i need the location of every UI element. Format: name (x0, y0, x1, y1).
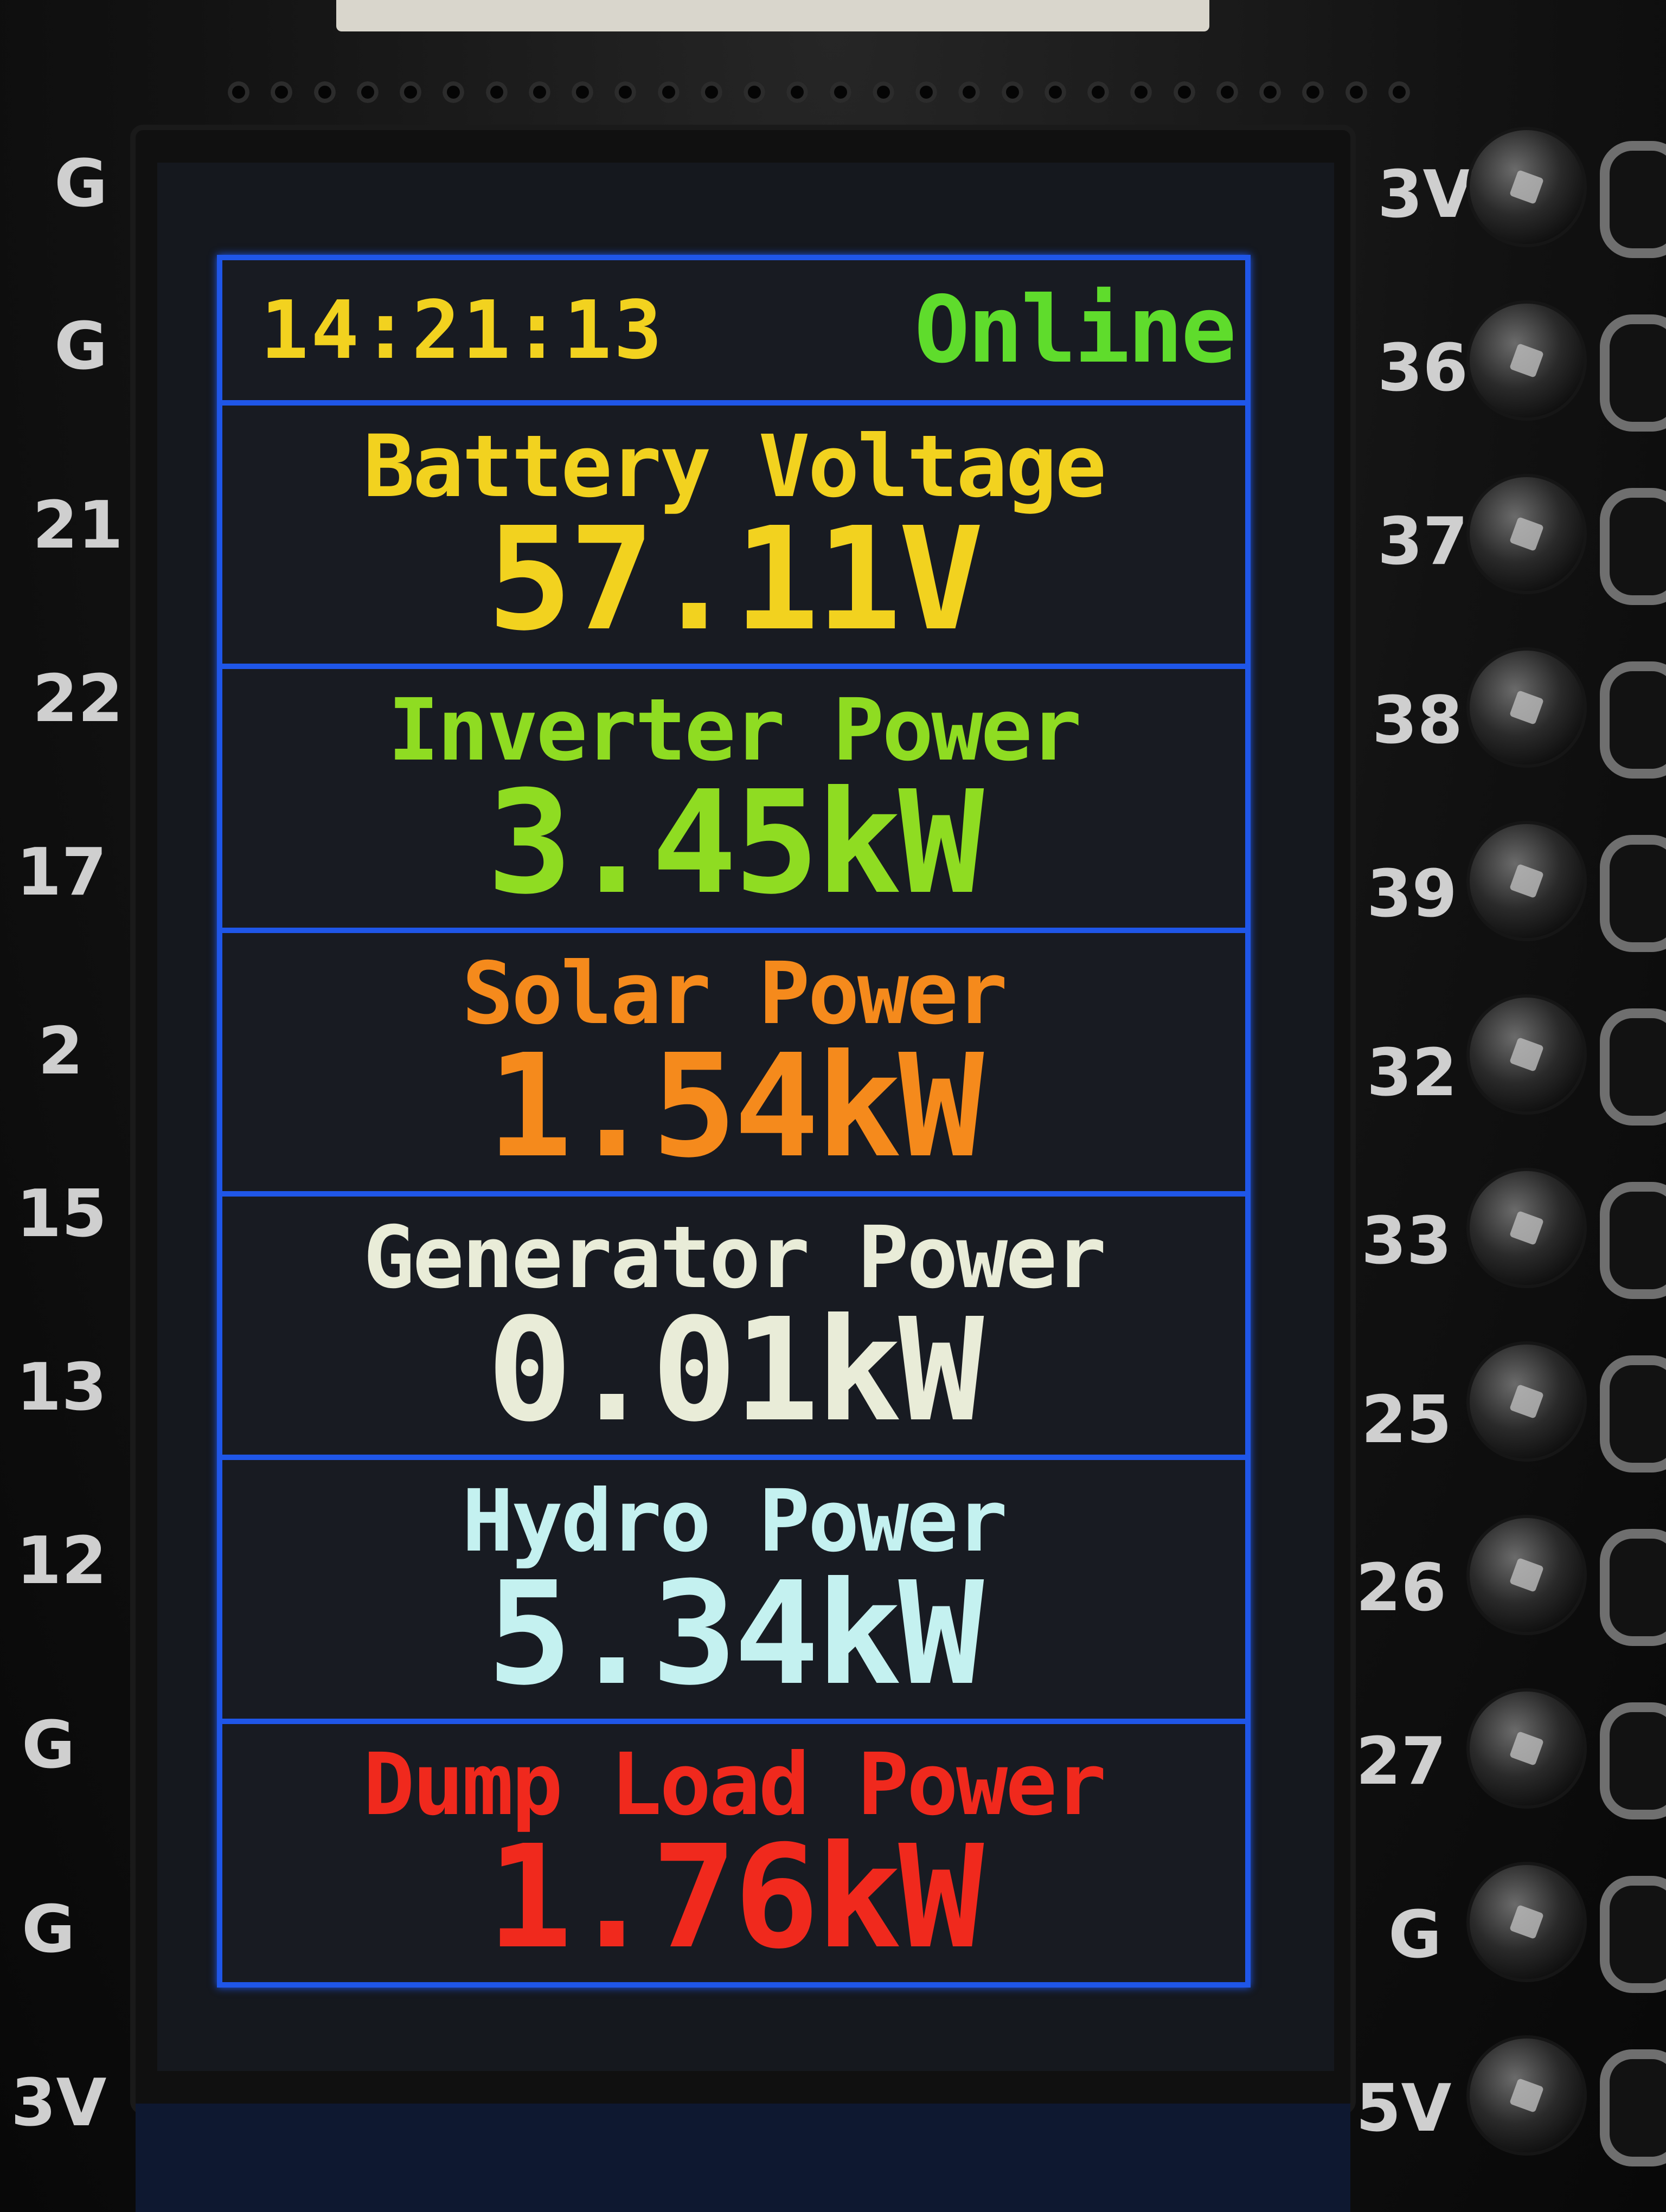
pin-label: 36 (1377, 331, 1468, 406)
pin-label: 5V (1356, 2071, 1452, 2146)
header-pin (1600, 1876, 1666, 1993)
pin-hole (1302, 81, 1324, 103)
header-pin (1600, 1702, 1666, 1819)
solder-joint (1470, 824, 1584, 938)
pin-label: G (22, 1708, 75, 1783)
pin-label: 21 (33, 488, 123, 563)
pin-hole (1087, 81, 1109, 103)
pin-label: 32 (1367, 1036, 1457, 1111)
status-bar: 14:21:13 Online (222, 260, 1245, 406)
pin-label: 38 (1372, 683, 1463, 758)
pin-hole (1173, 81, 1195, 103)
pin-hole (1345, 81, 1367, 103)
pin-label: 26 (1356, 1551, 1446, 1626)
pin-label: 3V (11, 2066, 107, 2141)
header-pin (1600, 661, 1666, 779)
monitor-panel: 14:21:13 Online Battery Voltage 57.11V I… (217, 255, 1251, 1988)
solder-joint (1470, 1171, 1584, 1285)
pin-label: 39 (1367, 857, 1457, 932)
pin-hole (872, 81, 894, 103)
pin-hole (1044, 81, 1066, 103)
solder-joint (1470, 651, 1584, 764)
reading-generator-power: Generator Power 0.01kW (222, 1197, 1245, 1461)
pin-hole (700, 81, 722, 103)
pin-hole (271, 81, 293, 103)
pin-label: 37 (1377, 504, 1468, 580)
solder-joint (1470, 998, 1584, 1111)
header-pin (1600, 835, 1666, 952)
reading-inverter-power: Inverter Power 3.45kW (222, 669, 1245, 933)
pin-hole (829, 81, 851, 103)
pin-label: G (22, 1892, 75, 1967)
pin-hole (657, 81, 680, 103)
solder-joint (1470, 1692, 1584, 1805)
header-pin-row (228, 70, 1410, 114)
pin-hole (1259, 81, 1281, 103)
pin-hole (313, 81, 336, 103)
header-pin (1600, 1529, 1666, 1646)
connection-status: Online (914, 276, 1236, 384)
left-gpio-column: G G 21 22 17 2 15 13 12 G G 3V (0, 130, 136, 2212)
solder-joint (1470, 304, 1584, 417)
pin-hole (228, 81, 249, 103)
device-board: G G 21 22 17 2 15 13 12 G G 3V 3V 36 37 … (0, 0, 1666, 2212)
pin-label: G (54, 309, 108, 384)
solder-joint (1470, 1345, 1584, 1458)
pin-label: 12 (16, 1523, 107, 1599)
reading-value: 5.34kW (486, 1551, 984, 1716)
pin-label: G (1388, 1898, 1442, 1973)
pin-label: 27 (1356, 1724, 1446, 1799)
top-label-strip (336, 0, 1209, 31)
pin-hole (1130, 81, 1152, 103)
reading-solar-power: Solar Power 1.54kW (222, 933, 1245, 1197)
reading-hydro-power: Hydro Power 5.34kW (222, 1460, 1245, 1724)
lcd-ribbon-strip (136, 2104, 1350, 2212)
reading-value: 3.45kW (486, 760, 984, 925)
reading-value: 0.01kW (486, 1287, 984, 1453)
header-pin (1600, 488, 1666, 605)
header-pin (1600, 141, 1666, 258)
solder-joint (1470, 2039, 1584, 2152)
header-pin (1600, 2049, 1666, 2166)
pin-hole (572, 81, 593, 103)
solder-joint (1470, 1865, 1584, 1979)
header-pin (1600, 314, 1666, 432)
pin-hole (915, 81, 937, 103)
solder-joint (1470, 1518, 1584, 1632)
pin-hole (485, 81, 508, 103)
pin-hole (1001, 81, 1023, 103)
pin-label: 2 (38, 1014, 84, 1089)
clock-time: 14:21:13 (260, 284, 664, 377)
pin-hole (400, 81, 421, 103)
reading-value: 1.54kW (486, 1024, 984, 1189)
pin-label: 3V (1377, 157, 1473, 233)
pin-hole (744, 81, 765, 103)
pin-hole (528, 81, 550, 103)
pin-label: G (54, 146, 108, 222)
pin-hole (614, 81, 637, 103)
pin-label: 13 (16, 1350, 107, 1425)
pin-hole (1216, 81, 1238, 103)
pin-label: 33 (1361, 1204, 1452, 1279)
pin-hole (1388, 81, 1410, 103)
pin-label: 17 (16, 835, 107, 910)
pin-hole (958, 81, 981, 103)
reading-value: 1.76kW (486, 1815, 984, 1980)
header-pin (1600, 1182, 1666, 1299)
header-pin (1600, 1008, 1666, 1126)
right-gpio-column: 3V 36 37 38 39 32 33 25 26 27 G 5V (1356, 130, 1666, 2212)
header-pin (1600, 1355, 1666, 1472)
reading-battery-voltage: Battery Voltage 57.11V (222, 406, 1245, 670)
pin-hole (786, 81, 809, 103)
reading-dump-load-power: Dump Load Power 1.76kW (222, 1724, 1245, 1982)
pin-label: 25 (1361, 1382, 1452, 1458)
solder-joint (1470, 477, 1584, 591)
solder-joint (1470, 130, 1584, 244)
pin-label: 22 (33, 661, 123, 737)
reading-value: 57.11V (486, 496, 984, 662)
pin-hole (356, 81, 379, 103)
pin-hole (443, 81, 465, 103)
pin-label: 15 (16, 1176, 107, 1252)
